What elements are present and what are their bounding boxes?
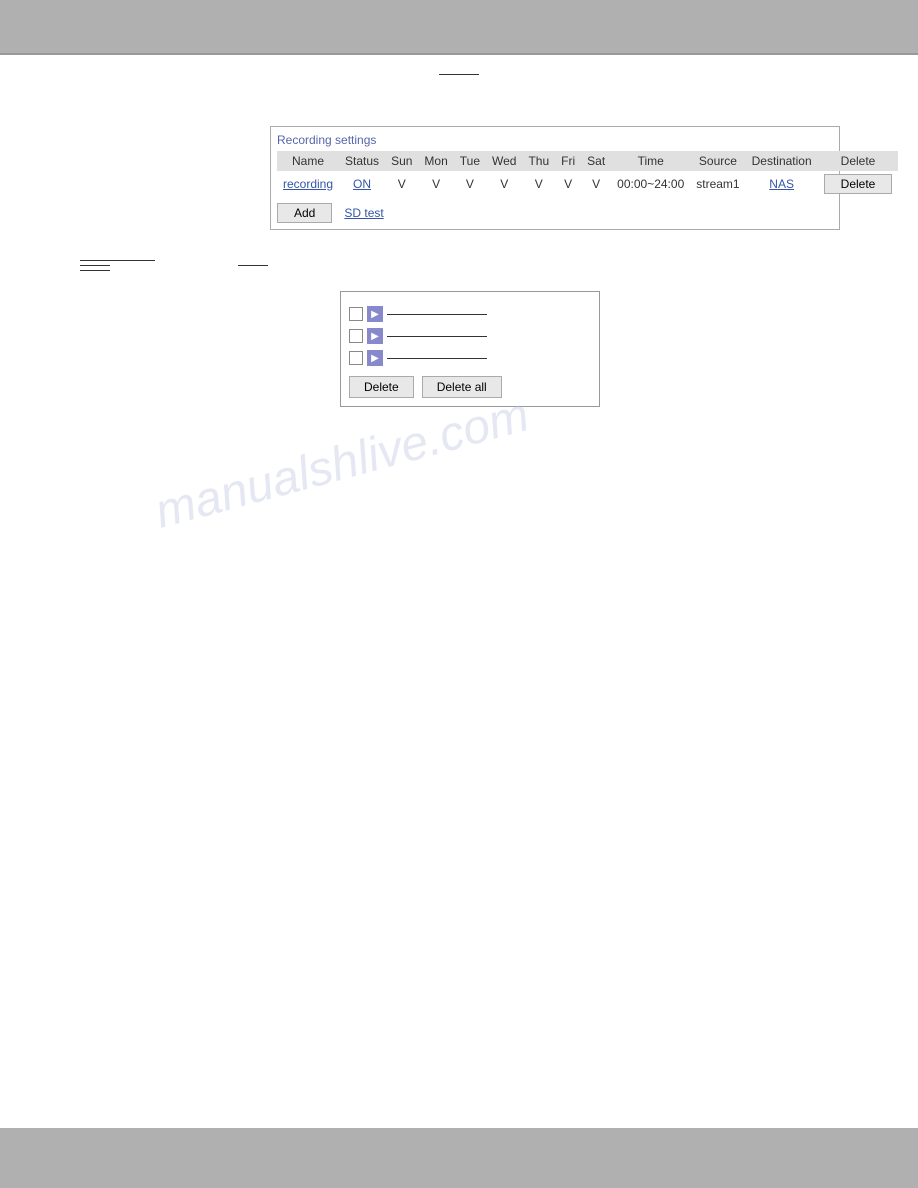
add-button[interactable]: Add <box>277 203 332 223</box>
status-link[interactable]: ON <box>353 177 371 191</box>
col-thu: Thu <box>522 151 555 171</box>
table-row: recording ON V V V V V V V 00:00~24:00 s… <box>277 171 898 197</box>
footer-bar <box>0 1128 918 1188</box>
section-line-3 <box>80 270 878 271</box>
cell-sun: V <box>385 171 418 197</box>
recording-settings-table: Name Status Sun Mon Tue Wed Thu Fri Sat … <box>277 151 898 197</box>
underline-1 <box>80 260 155 261</box>
section-line-1 <box>80 260 878 261</box>
checkbox-1[interactable] <box>349 307 363 321</box>
cell-wed: V <box>486 171 522 197</box>
col-sun: Sun <box>385 151 418 171</box>
underline-2 <box>80 265 110 266</box>
file-name-3 <box>387 358 487 359</box>
header-bar <box>0 0 918 55</box>
col-source: Source <box>690 151 745 171</box>
col-name: Name <box>277 151 339 171</box>
col-tue: Tue <box>454 151 486 171</box>
cell-sat: V <box>581 171 611 197</box>
arrow-icon-2[interactable]: ▶ <box>367 328 383 344</box>
col-sat: Sat <box>581 151 611 171</box>
cell-tue: V <box>454 171 486 197</box>
col-time: Time <box>611 151 690 171</box>
file-name-2 <box>387 336 487 337</box>
cell-fri: V <box>555 171 581 197</box>
section-underlines <box>80 260 878 271</box>
cell-thu: V <box>522 171 555 197</box>
col-delete: Delete <box>818 151 899 171</box>
row-delete-button[interactable]: Delete <box>824 174 893 194</box>
col-fri: Fri <box>555 151 581 171</box>
file-list-box: ▶ ▶ ▶ Delete Delete all <box>340 291 600 407</box>
cell-source: stream1 <box>690 171 745 197</box>
cell-mon: V <box>418 171 453 197</box>
file-name-1 <box>387 314 487 315</box>
col-status: Status <box>339 151 385 171</box>
recording-link[interactable]: recording <box>283 177 333 191</box>
file-list-item-1: ▶ <box>349 306 591 322</box>
watermark: manualshlive.com <box>149 387 534 540</box>
file-list-item-3: ▶ <box>349 350 591 366</box>
underline-3 <box>80 270 110 271</box>
arrow-icon-3[interactable]: ▶ <box>367 350 383 366</box>
underline-2b <box>238 265 268 266</box>
col-mon: Mon <box>418 151 453 171</box>
recording-settings-title: Recording settings <box>277 133 833 147</box>
cell-time: 00:00~24:00 <box>611 171 690 197</box>
recording-settings-box: Recording settings Name Status Sun Mon T… <box>270 126 840 230</box>
file-list-item-2: ▶ <box>349 328 591 344</box>
sd-test-link[interactable]: SD test <box>344 206 383 220</box>
destination-link[interactable]: NAS <box>769 177 794 191</box>
checkbox-2[interactable] <box>349 329 363 343</box>
delete-button[interactable]: Delete <box>349 376 414 398</box>
file-list-buttons: Delete Delete all <box>349 376 591 398</box>
checkbox-3[interactable] <box>349 351 363 365</box>
col-destination: Destination <box>746 151 818 171</box>
arrow-icon-1[interactable]: ▶ <box>367 306 383 322</box>
section-line-2 <box>80 265 878 266</box>
col-wed: Wed <box>486 151 522 171</box>
top-decoration <box>0 63 918 78</box>
delete-all-button[interactable]: Delete all <box>422 376 502 398</box>
recording-settings-footer: Add SD test <box>277 203 833 223</box>
